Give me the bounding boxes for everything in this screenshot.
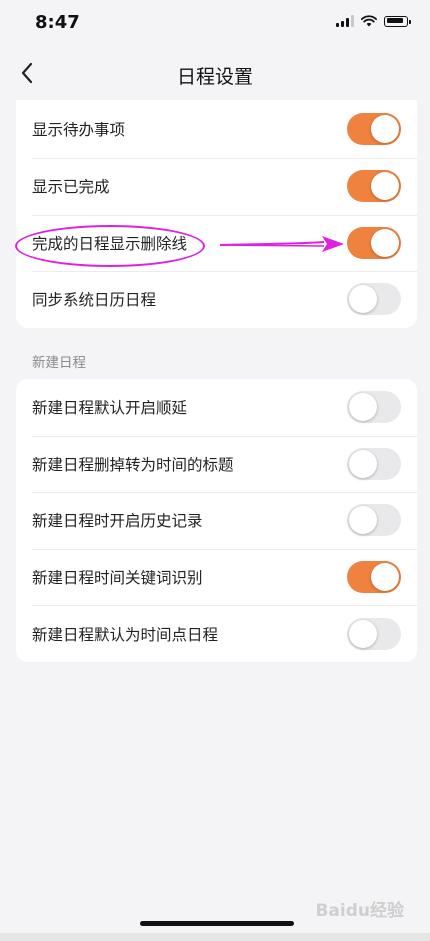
setting-row-show-todos: 显示待办事项	[16, 100, 417, 158]
setting-label: 显示已完成	[32, 178, 110, 197]
section-header-new-schedule: 新建日程	[32, 355, 86, 371]
navigation-bar: 日程设置	[0, 46, 430, 102]
battery-icon	[384, 15, 411, 27]
new-schedule-card: 新建日程默认开启顺延 新建日程删掉转为时间的标题 新建日程时开启历史记录 新建日…	[16, 379, 417, 662]
strikethrough-toggle[interactable]	[347, 226, 401, 259]
wifi-icon	[361, 15, 377, 27]
page-title: 日程设置	[176, 66, 253, 88]
setting-label: 新建日程默认为时间点日程	[32, 625, 219, 644]
setting-label: 新建日程默认开启顺延	[32, 399, 188, 418]
toggle-knob	[349, 393, 377, 422]
display-settings-card: 显示待办事项 显示已完成 完成的日程显示删除线 同步系统日历日程	[16, 100, 417, 328]
keyword-recognition-toggle[interactable]	[347, 561, 401, 594]
toggle-knob	[349, 506, 377, 535]
setting-label: 同步系统日历日程	[32, 291, 157, 310]
setting-row-keyword-recognition: 新建日程时间关键词识别	[16, 548, 417, 606]
toggle-knob	[371, 228, 399, 257]
home-indicator[interactable]	[140, 921, 294, 926]
show-todos-toggle[interactable]	[347, 113, 401, 145]
setting-row-default-postpone: 新建日程默认开启顺延	[16, 379, 417, 436]
setting-row-sync-calendar: 同步系统日历日程	[16, 271, 417, 328]
toggle-knob	[349, 449, 377, 478]
setting-label: 完成的日程显示删除线	[32, 234, 188, 253]
setting-label: 新建日程删掉转为时间的标题	[32, 455, 234, 474]
sync-calendar-toggle[interactable]	[347, 283, 401, 316]
setting-label: 显示待办事项	[32, 121, 126, 139]
toggle-knob	[371, 563, 399, 592]
remove-time-title-toggle[interactable]	[347, 447, 401, 480]
toggle-knob	[349, 285, 377, 314]
setting-row-time-point: 新建日程默认为时间点日程	[16, 605, 417, 662]
setting-row-remove-time-title: 新建日程删掉转为时间的标题	[16, 435, 417, 493]
time-point-toggle[interactable]	[347, 617, 401, 650]
cellular-signal-icon	[336, 15, 354, 27]
watermark: Baidu经验	[315, 901, 404, 921]
show-completed-toggle[interactable]	[347, 170, 401, 203]
status-icons	[336, 15, 411, 27]
bottom-strip	[0, 933, 430, 941]
toggle-knob	[349, 619, 377, 648]
toggle-knob	[371, 115, 399, 143]
status-bar: 8:47	[0, 0, 430, 46]
setting-row-history: 新建日程时开启历史记录	[16, 492, 417, 549]
setting-row-show-completed: 显示已完成	[16, 158, 417, 215]
setting-row-strikethrough: 完成的日程显示删除线	[16, 214, 417, 272]
default-postpone-toggle[interactable]	[347, 391, 401, 424]
status-time: 8:47	[35, 12, 80, 33]
setting-label: 新建日程时间关键词识别	[32, 569, 203, 588]
setting-label: 新建日程时开启历史记录	[32, 512, 203, 531]
toggle-knob	[371, 172, 399, 201]
history-toggle[interactable]	[347, 504, 401, 537]
